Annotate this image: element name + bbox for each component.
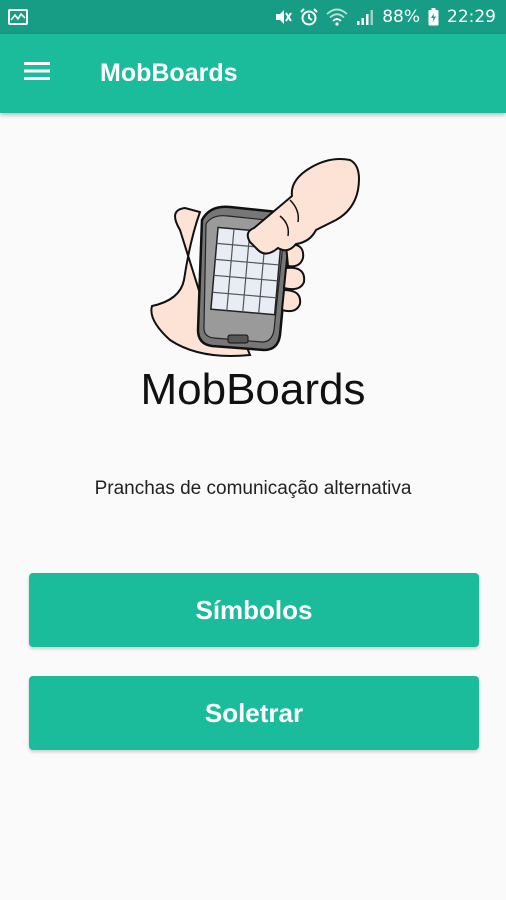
- battery-level: 88%: [382, 7, 420, 27]
- app-bar: MobBoards: [0, 34, 506, 113]
- app-logo-illustration: [140, 150, 370, 370]
- battery-icon: [428, 8, 439, 26]
- activity-icon: [8, 9, 28, 25]
- signal-icon: [356, 8, 374, 26]
- hamburger-menu-icon: [24, 61, 52, 86]
- status-bar: 88% 22:29: [0, 0, 506, 34]
- status-time: 22:29: [447, 7, 496, 27]
- app-tagline: Pranchas de comunicação alternativa: [94, 478, 412, 499]
- menu-button[interactable]: [0, 34, 78, 113]
- alarm-icon: [300, 8, 318, 26]
- status-right: 88% 22:29: [274, 7, 496, 27]
- mute-icon: [274, 8, 293, 26]
- app-title: MobBoards: [100, 59, 238, 87]
- app-name-heading: MobBoards: [140, 365, 366, 414]
- status-left: [8, 9, 28, 25]
- spell-button[interactable]: Soletrar: [29, 676, 479, 750]
- wifi-icon: [326, 8, 348, 26]
- symbols-button[interactable]: Símbolos: [29, 573, 479, 647]
